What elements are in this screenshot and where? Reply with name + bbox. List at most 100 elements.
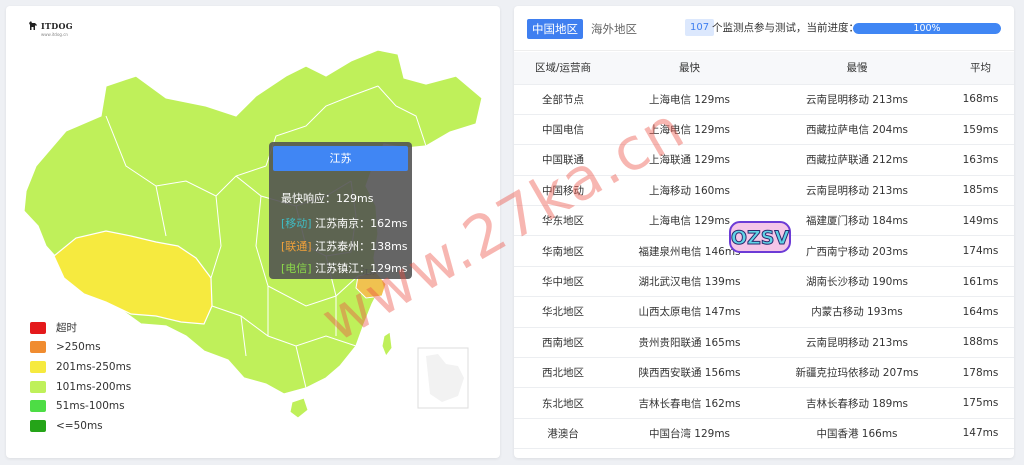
tooltip-line-mobile: [移动] 江苏南京：162ms bbox=[281, 215, 408, 231]
table-row: 华北地区 山西太原电信 147ms 内蒙古移动 193ms 164ms bbox=[514, 296, 1014, 328]
legend-swatch bbox=[30, 341, 46, 354]
ozsv-sticker: OZSV bbox=[729, 221, 791, 253]
legend-label: 51ms-100ms bbox=[56, 400, 125, 413]
tab-overseas[interactable]: 海外地区 bbox=[586, 19, 642, 39]
map-panel: ITDOG www.itdog.cn 超时 >250ms 201ms-250ms… bbox=[6, 6, 500, 458]
row-fastest: 陕西西安联通 156ms bbox=[612, 357, 767, 389]
legend-swatch bbox=[30, 360, 46, 373]
legend-item[interactable]: 101ms-200ms bbox=[30, 377, 131, 397]
table-header-row: 区域/运营商 最快 最慢 平均 bbox=[514, 52, 1014, 85]
row-fastest: 山西太原电信 147ms bbox=[612, 296, 767, 328]
tab-bar: 中国地区 海外地区 107 个监测点参与测试，当前进度： 100% bbox=[514, 6, 1014, 51]
row-region: 华东地区 bbox=[514, 205, 612, 237]
table-row: 港澳台 中国台湾 129ms 中国香港 166ms 147ms bbox=[514, 418, 1014, 450]
table-row: 中国联通 上海联通 129ms 西藏拉萨联通 212ms 163ms bbox=[514, 144, 1014, 176]
row-region: 中国联通 bbox=[514, 144, 612, 176]
row-slowest: 云南昆明移动 213ms bbox=[767, 327, 947, 359]
latency-legend: 超时 >250ms 201ms-250ms 101ms-200ms 51ms-100ms… bbox=[30, 318, 131, 436]
row-fastest: 上海电信 129ms bbox=[612, 84, 767, 115]
row-slowest: 中国香港 166ms bbox=[767, 418, 947, 450]
legend-label: >250ms bbox=[56, 341, 101, 354]
progress-text: 个监测点参与测试，当前进度： bbox=[712, 22, 859, 34]
legend-swatch bbox=[30, 321, 46, 334]
row-region: 西南地区 bbox=[514, 327, 612, 359]
row-fastest: 上海电信 129ms bbox=[612, 114, 767, 146]
row-slowest: 西藏拉萨联通 212ms bbox=[767, 144, 947, 176]
map-region-taiwan[interactable] bbox=[381, 331, 393, 358]
tag-telecom: [电信] bbox=[281, 262, 312, 275]
row-average: 174ms bbox=[947, 235, 1014, 267]
legend-item[interactable]: 超时 bbox=[30, 318, 131, 338]
tab-china[interactable]: 中国地区 bbox=[527, 19, 583, 39]
header-fastest[interactable]: 最快 bbox=[612, 52, 767, 85]
table-body: 全部节点 上海电信 129ms 云南昆明移动 213ms 168ms 中国电信 上海电信 … bbox=[514, 84, 1014, 450]
header-region[interactable]: 区域/运营商 bbox=[514, 52, 612, 85]
legend-item[interactable]: 201ms-250ms bbox=[30, 357, 131, 377]
legend-item[interactable]: <=50ms bbox=[30, 416, 131, 436]
row-average: 147ms bbox=[947, 418, 1014, 450]
node-count-badge: 107 bbox=[685, 19, 715, 36]
row-average: 161ms bbox=[947, 266, 1014, 298]
legend-label: 101ms-200ms bbox=[56, 380, 132, 393]
tooltip-line-unicom: [联通] 江苏泰州：138ms bbox=[281, 238, 408, 254]
row-region: 东北地区 bbox=[514, 387, 612, 419]
tooltip-mobile-text: 江苏南京：162ms bbox=[315, 217, 408, 230]
row-fastest: 中国台湾 129ms bbox=[612, 418, 767, 450]
header-average[interactable]: 平均 bbox=[947, 52, 1014, 85]
row-average: 178ms bbox=[947, 357, 1014, 389]
tag-unicom: [联通] bbox=[281, 240, 312, 253]
table-row: 西北地区 陕西西安联通 156ms 新疆克拉玛依移动 207ms 178ms bbox=[514, 357, 1014, 389]
row-fastest: 上海联通 129ms bbox=[612, 144, 767, 176]
tag-mobile: [移动] bbox=[281, 217, 312, 230]
table-row: 华中地区 湖北武汉电信 139ms 湖南长沙移动 190ms 161ms bbox=[514, 266, 1014, 298]
legend-item[interactable]: 51ms-100ms bbox=[30, 396, 131, 416]
table-row: 中国移动 上海移动 160ms 云南昆明移动 213ms 185ms bbox=[514, 175, 1014, 207]
row-region: 华南地区 bbox=[514, 235, 612, 267]
row-slowest: 吉林长春移动 189ms bbox=[767, 387, 947, 419]
legend-swatch bbox=[30, 419, 46, 432]
row-average: 188ms bbox=[947, 327, 1014, 359]
row-slowest: 云南昆明移动 213ms bbox=[767, 175, 947, 207]
row-slowest: 内蒙古移动 193ms bbox=[767, 296, 947, 328]
header-slowest[interactable]: 最慢 bbox=[767, 52, 947, 85]
row-average: 159ms bbox=[947, 114, 1014, 146]
row-region: 港澳台 bbox=[514, 418, 612, 450]
row-fastest: 上海移动 160ms bbox=[612, 175, 767, 207]
row-fastest: 湖北武汉电信 139ms bbox=[612, 266, 767, 298]
row-region: 中国移动 bbox=[514, 175, 612, 207]
table-row: 东北地区 吉林长春电信 162ms 吉林长春移动 189ms 175ms bbox=[514, 387, 1014, 419]
map-region-hainan[interactable] bbox=[289, 397, 309, 419]
tooltip-fastest: 最快响应：129ms bbox=[281, 192, 374, 205]
progress-fill: 100% bbox=[853, 23, 1001, 34]
row-average: 185ms bbox=[947, 175, 1014, 207]
legend-swatch bbox=[30, 380, 46, 393]
legend-item[interactable]: >250ms bbox=[30, 338, 131, 358]
tooltip-title: 江苏 bbox=[273, 146, 408, 171]
sticker-text: OZSV bbox=[731, 227, 790, 249]
row-fastest: 吉林长春电信 162ms bbox=[612, 387, 767, 419]
row-region: 华北地区 bbox=[514, 296, 612, 328]
row-fastest: 贵州贵阳联通 165ms bbox=[612, 327, 767, 359]
tooltip-unicom-text: 江苏泰州：138ms bbox=[315, 240, 408, 253]
legend-label: <=50ms bbox=[56, 419, 103, 432]
legend-label: 201ms-250ms bbox=[56, 360, 132, 373]
table-row: 中国电信 上海电信 129ms 西藏拉萨电信 204ms 159ms bbox=[514, 114, 1014, 146]
row-average: 163ms bbox=[947, 144, 1014, 176]
row-slowest: 云南昆明移动 213ms bbox=[767, 84, 947, 115]
row-region: 中国电信 bbox=[514, 114, 612, 146]
table-row: 西南地区 贵州贵阳联通 165ms 云南昆明移动 213ms 188ms bbox=[514, 327, 1014, 359]
inset-shape bbox=[426, 354, 464, 402]
region-tooltip: 江苏 最快响应：129ms [移动] 江苏南京：162ms [联通] 江苏泰州：… bbox=[269, 142, 412, 279]
tooltip-line-telecom: [电信] 江苏镇江：129ms bbox=[281, 260, 408, 276]
row-slowest: 新疆克拉玛依移动 207ms bbox=[767, 357, 947, 389]
row-slowest: 西藏拉萨电信 204ms bbox=[767, 114, 947, 146]
row-slowest: 福建厦门移动 184ms bbox=[767, 205, 947, 237]
row-average: 168ms bbox=[947, 84, 1014, 115]
row-slowest: 广西南宁移动 203ms bbox=[767, 235, 947, 267]
row-region: 全部节点 bbox=[514, 84, 612, 115]
tooltip-telecom-text: 江苏镇江：129ms bbox=[315, 262, 408, 275]
legend-swatch bbox=[30, 400, 46, 413]
row-average: 149ms bbox=[947, 205, 1014, 237]
row-average: 164ms bbox=[947, 296, 1014, 328]
legend-label: 超时 bbox=[56, 322, 77, 335]
